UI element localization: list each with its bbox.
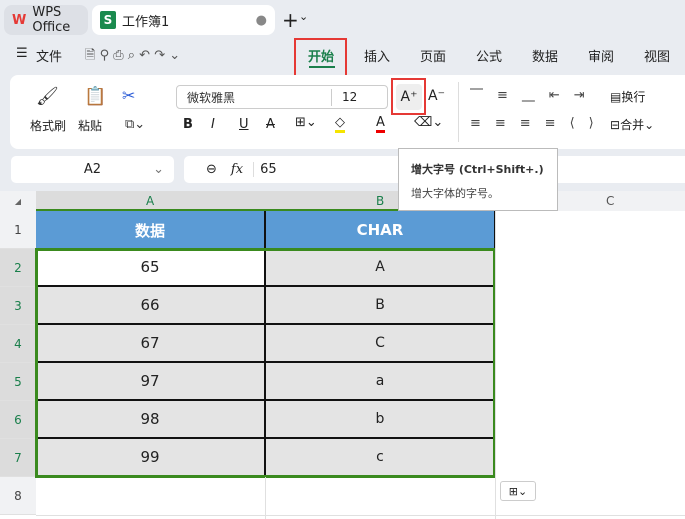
fx-icon[interactable]: fx — [231, 162, 243, 177]
unsaved-dot-icon: ● — [255, 12, 267, 28]
font-color-icon[interactable]: A — [376, 115, 385, 133]
menu-data[interactable]: 数据 — [532, 46, 558, 65]
menu-insert[interactable]: 插入 — [364, 46, 390, 65]
tooltip-title: 增大字号 (Ctrl+Shift+.) — [411, 163, 544, 176]
chevron-down-icon[interactable]: ⌄ — [299, 10, 308, 23]
select-all-button[interactable]: ◢ — [0, 191, 36, 211]
tab-workbook[interactable]: S 工作簿1 ● — [92, 5, 275, 35]
bold-button[interactable]: B — [183, 117, 193, 132]
tooltip-description: 增大字体的字号。 — [411, 187, 499, 200]
header-cell[interactable]: 数据 — [36, 211, 266, 249]
menu-formula[interactable]: 公式 — [476, 46, 502, 65]
gridline — [265, 477, 266, 519]
clear-format-icon[interactable]: ⌫⌄ — [414, 115, 443, 130]
paste-button[interactable]: 粘贴 — [78, 117, 102, 134]
header-cell[interactable]: CHAR — [266, 211, 496, 249]
name-box[interactable]: A2 ⌄ — [11, 156, 174, 183]
row-header[interactable]: 7 — [0, 439, 36, 477]
tab-wps-office[interactable]: W WPS Office — [4, 5, 88, 35]
fill-color-icon[interactable]: ◇ — [335, 115, 345, 133]
wrap-label: 换行 — [621, 90, 646, 104]
menu-review[interactable]: 审阅 — [588, 46, 614, 65]
underline-button[interactable]: U — [239, 117, 249, 132]
borders-icon[interactable]: ⊞⌄ — [295, 115, 317, 130]
sheet-icon: S — [100, 11, 116, 29]
font-size-select[interactable]: 12 — [332, 90, 357, 104]
italic-button[interactable]: I — [211, 117, 215, 132]
gridline — [495, 211, 496, 519]
paste-icon[interactable]: 📋 — [84, 86, 106, 107]
horizontal-align-icons[interactable]: ≡≡≡≡⟨⟩ — [470, 116, 608, 131]
menu-page[interactable]: 页面 — [420, 46, 446, 65]
highlight-box — [391, 78, 426, 115]
menu-view[interactable]: 视图 — [644, 46, 670, 65]
tab-label: 工作簿1 — [122, 14, 170, 30]
hamburger-icon[interactable]: ☰ — [16, 46, 28, 61]
column-header-c[interactable]: C — [606, 194, 614, 208]
zoom-icon[interactable]: ⊖ — [206, 162, 217, 177]
decrease-font-size-button[interactable]: A⁻ — [428, 88, 445, 104]
new-tab-button[interactable]: + — [282, 8, 299, 32]
column-header-b[interactable]: B — [376, 194, 384, 208]
tooltip: 增大字号 (Ctrl+Shift+.) 增大字体的字号。 — [398, 148, 558, 211]
cell-ref: A2 — [83, 162, 102, 177]
merge-button[interactable]: ⊟合并⌄ — [610, 116, 654, 133]
selection-border — [35, 248, 496, 478]
merge-label: 合并 — [620, 118, 645, 132]
formula-input[interactable]: 65 — [253, 162, 277, 177]
quick-access-icons[interactable]: 🗎 ⚲ ⎙ ⌕ ↶ ↷ ⌄ — [85, 46, 180, 68]
tab-label: WPS Office — [32, 5, 71, 35]
row-header[interactable]: 6 — [0, 401, 36, 439]
strikethrough-icon[interactable]: A — [266, 117, 275, 132]
font-name-select[interactable]: 微软雅黑 — [177, 88, 332, 106]
column-header-a[interactable]: A — [146, 194, 154, 208]
row-header[interactable]: 1 — [0, 211, 36, 249]
wps-logo-icon: W — [12, 12, 27, 28]
row-header[interactable]: 3 — [0, 287, 36, 325]
copy-icon[interactable]: ⧉⌄ — [125, 117, 145, 132]
gridline — [36, 515, 685, 516]
wrap-text-button[interactable]: ▤换行 — [610, 88, 645, 105]
cut-icon[interactable]: ✂ — [122, 86, 135, 105]
row-header[interactable]: 2 — [0, 249, 36, 287]
row-header[interactable]: 4 — [0, 325, 36, 363]
row-header[interactable]: 8 — [0, 477, 36, 515]
chevron-down-icon[interactable]: ⌄ — [153, 162, 164, 177]
divider — [458, 82, 459, 142]
vertical-align-icons[interactable]: ⎺≡⎽⇤⇥ — [470, 88, 599, 103]
quick-analysis-button[interactable]: ⊞⌄ — [500, 481, 536, 501]
format-painter-button[interactable]: 格式刷 — [30, 117, 66, 134]
menu-file[interactable]: 文件 — [36, 46, 62, 65]
row-header[interactable]: 5 — [0, 363, 36, 401]
font-controls: 微软雅黑 12 — [176, 85, 388, 109]
format-painter-icon[interactable]: 🖌 — [36, 86, 59, 107]
